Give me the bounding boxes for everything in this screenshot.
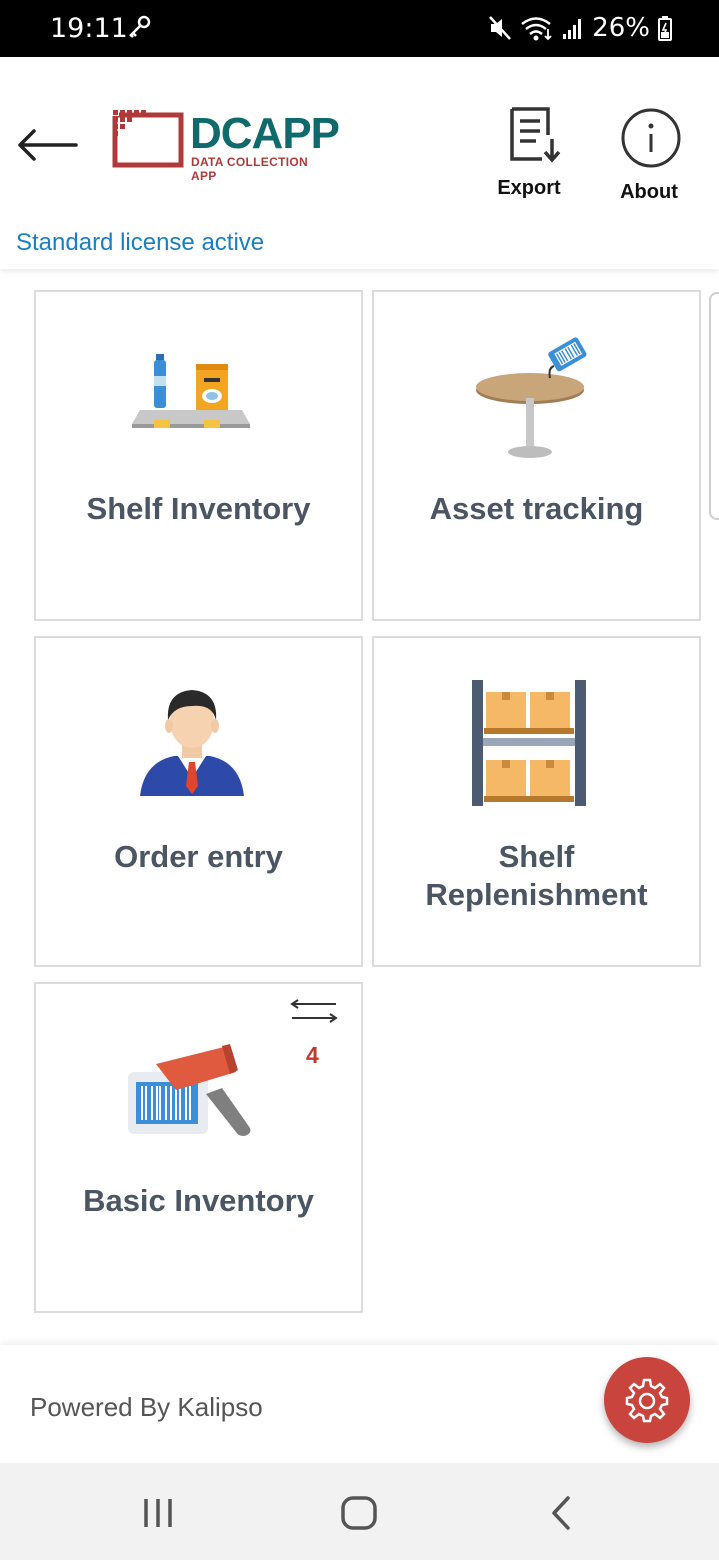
back-arrow-icon[interactable] [14, 125, 80, 165]
recent-apps-icon[interactable] [140, 1497, 176, 1529]
system-nav-bar [0, 1463, 719, 1560]
export-icon [510, 107, 561, 163]
powered-by-text: Powered By Kalipso [30, 1392, 263, 1422]
export-label: Export [497, 177, 561, 199]
tile-label: Basic Inventory [83, 1183, 314, 1218]
info-icon [621, 108, 681, 168]
tile-label: Order entry [114, 839, 283, 874]
battery-icon [658, 16, 672, 41]
export-button[interactable]: Export [474, 105, 584, 205]
warehouse-rack-icon [472, 680, 586, 806]
wifi-icon [521, 17, 552, 41]
person-icon [140, 690, 244, 796]
logo-subtitle: DATA COLLECTION APP [191, 155, 308, 183]
tile-shelf-inventory[interactable]: Shelf Inventory [34, 290, 363, 621]
table-tag-icon [476, 337, 587, 458]
tile-order-entry[interactable]: Order entry [34, 636, 363, 967]
dcapp-logo: DCAPP DATA COLLECTION APP [112, 109, 340, 183]
tile-label: Asset tracking [429, 491, 644, 526]
barcode-scanner-icon [128, 1044, 251, 1136]
back-nav-icon[interactable] [546, 1495, 576, 1531]
logo-mark-icon [112, 109, 184, 168]
tile-label: Shelf Inventory [86, 491, 311, 526]
license-status: Standard license active [16, 229, 265, 256]
pending-count-badge: 4 [306, 1042, 319, 1068]
tile-asset-tracking[interactable]: Asset tracking [372, 290, 701, 621]
home-icon[interactable] [340, 1495, 378, 1531]
app-header: DCAPP DATA COLLECTION APP Export About S… [0, 57, 719, 269]
tile-basic-inventory[interactable]: 4 Basic Inventory [34, 982, 363, 1313]
battery-percent: 26% [592, 13, 650, 43]
scrollbar[interactable] [709, 292, 719, 520]
key-icon [129, 15, 151, 38]
status-bar: 19:11 26% [0, 0, 719, 57]
tile-label-line1: Shelf [498, 839, 575, 874]
about-button[interactable]: About [594, 105, 704, 205]
tile-shelf-replenishment[interactable]: Shelf Replenishment [372, 636, 701, 967]
status-time: 19:11 [50, 13, 128, 44]
logo-title: DCAPP [190, 109, 340, 158]
about-label: About [620, 181, 678, 203]
signal-icon [563, 19, 582, 39]
sync-arrows-icon [290, 999, 338, 1023]
settings-button[interactable] [604, 1357, 690, 1443]
mute-icon [489, 16, 512, 40]
gear-icon [625, 1378, 669, 1423]
tile-label-line2: Replenishment [425, 877, 648, 912]
shelf-products-icon [132, 354, 250, 428]
